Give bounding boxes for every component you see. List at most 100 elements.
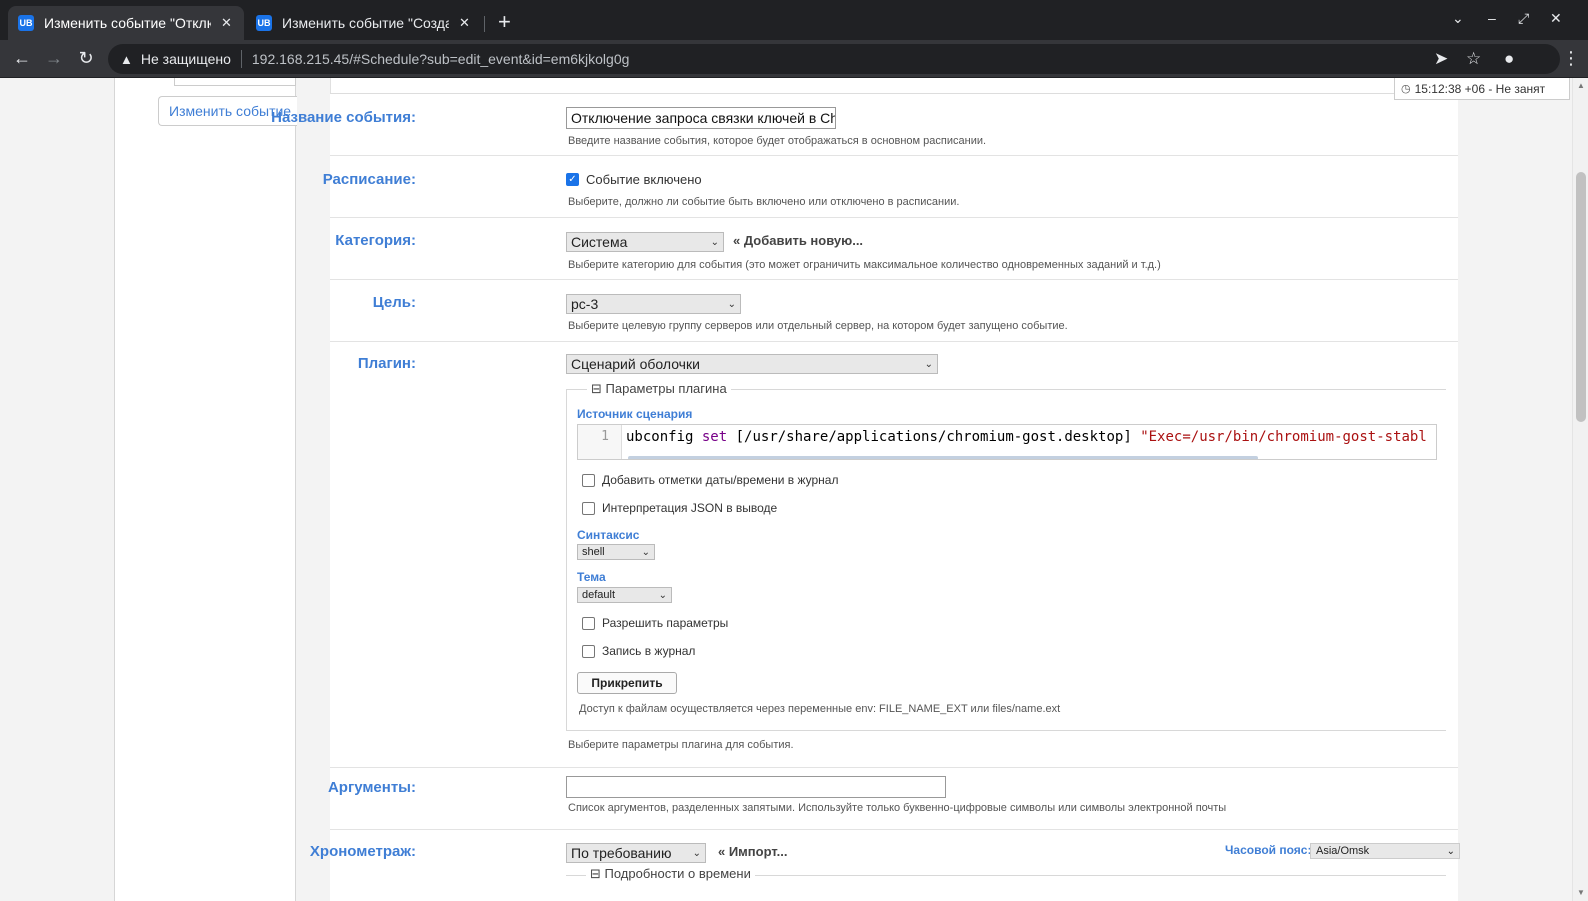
browser-tab-active[interactable]: UB Изменить событие "Отключение ✕ bbox=[8, 6, 244, 40]
target-value: pc-3 bbox=[571, 296, 599, 312]
schedule-label: Расписание: bbox=[322, 171, 416, 188]
timing-select[interactable]: По требованию ⌄ bbox=[566, 843, 706, 863]
opt-timestamps-checkbox[interactable] bbox=[582, 473, 595, 487]
opt-allow-params-checkbox[interactable] bbox=[582, 616, 595, 630]
timing-label: Хронометраж: bbox=[309, 843, 416, 860]
browser-menu-icon[interactable]: ⋮ bbox=[1562, 48, 1580, 69]
url-text[interactable]: 192.168.215.45/#Schedule?sub=edit_event&… bbox=[252, 51, 630, 67]
plugin-params-legend-text: Параметры плагина bbox=[605, 381, 727, 396]
tab-separator bbox=[484, 16, 485, 32]
close-tab-icon[interactable]: ✕ bbox=[457, 15, 472, 31]
opt-allow-params-label[interactable]: Разрешить параметры bbox=[602, 616, 728, 630]
collapse-icon[interactable]: ⊟ bbox=[591, 381, 606, 396]
chevron-down-icon: ⌄ bbox=[727, 298, 736, 310]
opt-json-checkbox[interactable] bbox=[582, 501, 595, 515]
clock-icon: ◷ bbox=[1401, 83, 1411, 95]
theme-select[interactable]: default ⌄ bbox=[577, 587, 672, 603]
maximize-icon[interactable]: ⤢ bbox=[1518, 10, 1529, 27]
time-details-fieldset: ⊟ Подробности о времени bbox=[566, 866, 1446, 901]
scroll-up-icon[interactable]: ▲ bbox=[1577, 81, 1585, 90]
opt-log-label[interactable]: Запись в журнал bbox=[602, 644, 695, 658]
row-plugin: Плагин: Сценарий оболочки ⌄ ⊟ Параметры … bbox=[330, 342, 1458, 768]
omnibox-divider bbox=[240, 50, 242, 68]
arguments-label: Аргументы: bbox=[327, 779, 416, 796]
time-details-legend[interactable]: ⊟ Подробности о времени bbox=[586, 866, 755, 882]
tab-search-icon[interactable]: ⌄ bbox=[1452, 10, 1464, 27]
security-label[interactable]: Не защищено bbox=[141, 51, 231, 67]
schedule-enabled: ✓ Событие включено bbox=[566, 172, 702, 187]
site-favicon-icon: UB bbox=[256, 15, 272, 31]
editor-horizontal-scrollbar[interactable] bbox=[628, 456, 1258, 459]
browser-tab-title: Изменить событие "Создание bbox=[282, 15, 449, 31]
address-bar[interactable]: ▲ Не защищено 192.168.215.45/#Schedule?s… bbox=[108, 44, 1560, 74]
line-number: 1 bbox=[578, 425, 622, 459]
minimize-icon[interactable]: – bbox=[1488, 10, 1496, 26]
timing-import-link[interactable]: « Импорт... bbox=[718, 844, 787, 859]
code-keyword: set bbox=[701, 429, 728, 445]
back-icon[interactable]: ← bbox=[10, 48, 34, 69]
event-title-label: Название события: bbox=[271, 109, 416, 126]
arguments-input[interactable] bbox=[566, 776, 946, 798]
opt-timestamps: Добавить отметки даты/времени в журнал bbox=[582, 473, 838, 487]
code-string: "Exec=/usr/bin/chromium-gost-stabl bbox=[1140, 429, 1427, 445]
timezone-select[interactable]: Asia/Omsk ⌄ bbox=[1310, 843, 1460, 859]
schedule-enabled-label[interactable]: Событие включено bbox=[586, 172, 702, 187]
script-source-label: Источник сценария bbox=[577, 407, 693, 421]
left-column bbox=[114, 78, 296, 901]
status-text: 15:12:38 +06 - Не занят bbox=[1414, 81, 1546, 96]
browser-tab-title: Изменить событие "Отключение bbox=[44, 15, 211, 31]
close-tab-icon[interactable]: ✕ bbox=[219, 15, 234, 31]
forward-icon[interactable]: → bbox=[42, 48, 66, 69]
target-select[interactable]: pc-3 ⌄ bbox=[566, 294, 741, 314]
target-help: Выберите целевую группу серверов или отд… bbox=[568, 320, 1068, 332]
time-details-legend-text: Подробности о времени bbox=[604, 866, 751, 881]
browser-tab-inactive[interactable]: UB Изменить событие "Создание ✕ bbox=[246, 6, 482, 40]
plugin-params-legend[interactable]: ⊟ Параметры плагина bbox=[587, 381, 731, 397]
collapse-icon[interactable]: ⊟ bbox=[590, 866, 605, 881]
reload-icon[interactable]: ↻ bbox=[74, 48, 98, 69]
plugin-label: Плагин: bbox=[357, 355, 416, 372]
plugin-select[interactable]: Сценарий оболочки ⌄ bbox=[566, 354, 938, 374]
opt-log: Запись в журнал bbox=[582, 644, 695, 658]
opt-timestamps-label[interactable]: Добавить отметки даты/времени в журнал bbox=[602, 473, 838, 487]
row-category: Категория: Система ⌄ « Добавить новую...… bbox=[330, 218, 1458, 280]
row-schedule: Расписание: ✓ Событие включено Выберите,… bbox=[323, 156, 1458, 218]
attach-button[interactable]: Прикрепить bbox=[577, 672, 677, 694]
scrollbar-thumb[interactable] bbox=[1576, 172, 1586, 422]
schedule-help: Выберите, должно ли событие быть включен… bbox=[568, 196, 960, 208]
category-select[interactable]: Система ⌄ bbox=[566, 232, 724, 252]
status-indicator: ◷ 15:12:38 +06 - Не занят bbox=[1394, 78, 1570, 100]
close-window-icon[interactable]: ✕ bbox=[1550, 10, 1562, 27]
plugin-help: Выберите параметры плагина для события. bbox=[568, 739, 794, 751]
bookmark-star-icon[interactable]: ☆ bbox=[1466, 49, 1481, 69]
category-value: Система bbox=[571, 234, 628, 250]
opt-json-label[interactable]: Интерпретация JSON в выводе bbox=[602, 501, 777, 515]
script-source-editor[interactable]: 1 ubconfig set [/usr/share/applications/… bbox=[577, 424, 1437, 460]
send-icon[interactable]: ➤ bbox=[1434, 49, 1448, 69]
event-title-input[interactable]: Отключение запроса связки ключей в Chr bbox=[566, 107, 836, 129]
syntax-select[interactable]: shell ⌄ bbox=[577, 544, 655, 560]
theme-value: default bbox=[582, 589, 616, 601]
category-label: Категория: bbox=[335, 232, 416, 249]
page-content: Изменить событие Название события: Отклю… bbox=[0, 78, 1588, 901]
browser-tabstrip: UB Изменить событие "Отключение ✕ UB Изм… bbox=[0, 0, 1588, 40]
opt-log-checkbox[interactable] bbox=[582, 644, 595, 658]
theme-label: Тема bbox=[577, 570, 606, 584]
timing-value: По требованию bbox=[571, 845, 672, 861]
target-label: Цель: bbox=[372, 294, 416, 311]
profile-avatar-icon[interactable]: ● bbox=[1504, 49, 1514, 69]
browser-toolbar: ← → ↻ ▲ Не защищено 192.168.215.45/#Sche… bbox=[0, 40, 1588, 78]
side-tab-prev[interactable] bbox=[174, 78, 296, 86]
warning-icon[interactable]: ▲ bbox=[120, 52, 133, 67]
plugin-params-fieldset: ⊟ Параметры плагина Источник сценария 1 … bbox=[566, 381, 1446, 731]
scroll-down-icon[interactable]: ▼ bbox=[1577, 888, 1585, 897]
page-vertical-scrollbar[interactable]: ▲ ▼ bbox=[1572, 78, 1588, 901]
row-timing: Хронометраж: По требованию ⌄ « Импорт...… bbox=[310, 830, 1460, 901]
chevron-down-icon: ⌄ bbox=[710, 236, 719, 248]
category-help: Выберите категорию для события (это може… bbox=[568, 259, 1161, 271]
schedule-enabled-checkbox[interactable]: ✓ bbox=[566, 173, 579, 186]
chevron-down-icon: ⌄ bbox=[692, 847, 701, 859]
code-line[interactable]: ubconfig set [/usr/share/applications/ch… bbox=[626, 429, 1427, 445]
add-category-link[interactable]: « Добавить новую... bbox=[733, 233, 863, 248]
new-tab-icon[interactable]: + bbox=[498, 9, 511, 35]
